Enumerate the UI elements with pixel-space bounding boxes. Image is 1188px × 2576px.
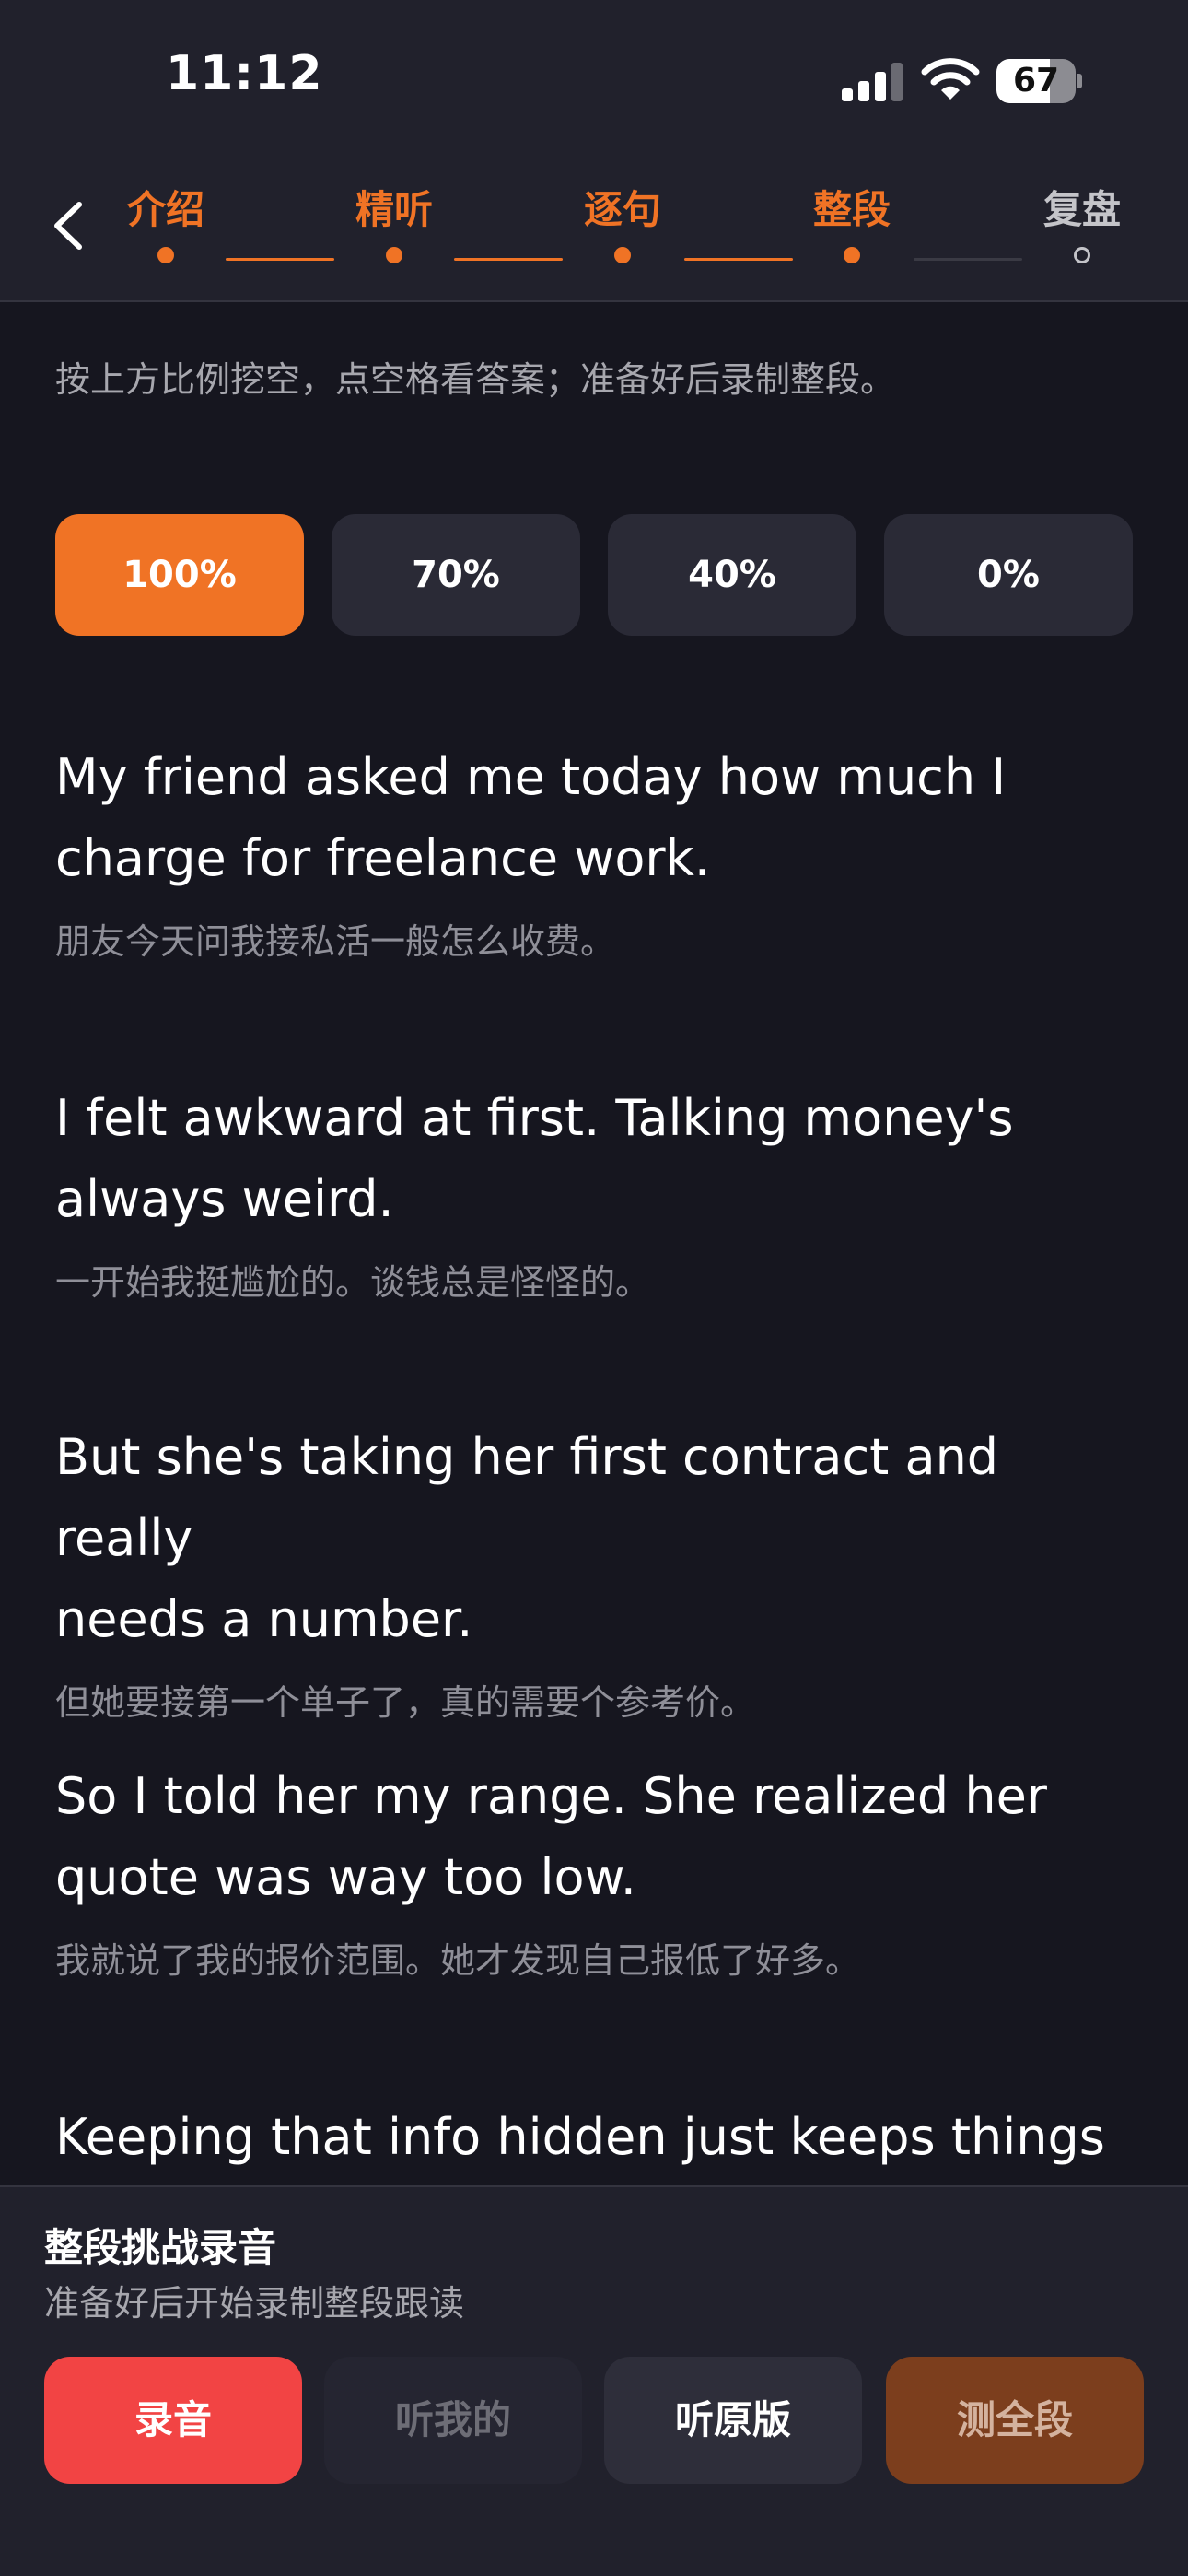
ratio-100-button[interactable]: 100%: [55, 514, 304, 636]
sentence-translation: 但她要接第一个单子了，真的需要个参考价。: [55, 1682, 756, 1723]
battery-level: 67: [1012, 62, 1060, 100]
sentence-translation: 一开始我挺尴尬的。谈钱总是怪怪的。: [55, 1262, 651, 1303]
sentence-item[interactable]: Keeping that info hidden just keeps thin…: [55, 2097, 1133, 2178]
battery-icon: 67: [996, 59, 1082, 103]
step-dot: [157, 247, 174, 263]
step-intensive-listening[interactable]: 精听: [325, 186, 463, 263]
recording-panel: 整段挑战录音 准备好后开始录制整段跟读 录音 听我的 听原版 测全段: [0, 2185, 1188, 2576]
sentence-english: My friend asked me today how much I char…: [55, 748, 1007, 887]
sentence-item[interactable]: I felt awkward at first. Talking money's…: [55, 1078, 1133, 1306]
status-time: 11:12: [166, 46, 323, 101]
sentence-item[interactable]: My friend asked me today how much I char…: [55, 737, 1133, 966]
step-label: 整段: [812, 187, 891, 232]
step-connector: [914, 258, 1022, 261]
step-connector: [684, 258, 793, 261]
step-dot: [386, 247, 402, 263]
step-label: 复盘: [1042, 187, 1121, 232]
sentence-english: I felt awkward at first. Talking money's…: [55, 1089, 1014, 1228]
ratio-70-button[interactable]: 70%: [332, 514, 580, 636]
test-full-paragraph-button[interactable]: 测全段: [886, 2357, 1144, 2484]
listen-original-button[interactable]: 听原版: [604, 2357, 862, 2484]
blank-ratio-selector: 100% 70% 40% 0%: [55, 514, 1133, 636]
status-bar: 11:12 67: [0, 0, 1188, 157]
wifi-icon: [921, 58, 980, 100]
step-nav-bar: 介绍 精听 逐句 整段 复盘: [0, 157, 1188, 302]
sentence-english: Keeping that info hidden just keeps thin…: [55, 2108, 1105, 2166]
step-label: 介绍: [126, 187, 204, 232]
sentence-english: So I told her my range. She realized her…: [55, 1767, 1047, 1906]
ratio-0-button[interactable]: 0%: [884, 514, 1133, 636]
sentence-item[interactable]: But she's taking her first contract and …: [55, 1417, 1133, 1727]
chevron-left-icon[interactable]: [37, 184, 103, 267]
step-review[interactable]: 复盘: [1013, 186, 1151, 263]
record-button[interactable]: 录音: [44, 2357, 302, 2484]
cellular-signal-icon: [842, 61, 903, 101]
instruction-text: 按上方比例挖空，点空格看答案；准备好后录制整段。: [55, 359, 896, 400]
sentence-translation: 朋友今天问我接私活一般怎么收费。: [55, 921, 616, 962]
step-dot: [614, 247, 631, 263]
step-connector: [226, 258, 334, 261]
sentence-translation: 我就说了我的报价范围。她才发现自己报低了好多。: [55, 1940, 861, 1981]
step-label: 逐句: [583, 187, 661, 232]
step-intro[interactable]: 介绍: [97, 186, 235, 263]
step-full-paragraph[interactable]: 整段: [783, 186, 921, 263]
step-sentence-by-sentence[interactable]: 逐句: [553, 186, 692, 263]
panel-subtitle: 准备好后开始录制整段跟读: [44, 2283, 465, 2324]
step-dot: [844, 247, 860, 263]
step-dot: [1074, 247, 1090, 263]
listen-mine-button[interactable]: 听我的: [324, 2357, 582, 2484]
step-label: 精听: [355, 187, 433, 232]
step-connector: [454, 258, 563, 261]
sentence-item[interactable]: So I told her my range. She realized her…: [55, 1756, 1133, 1985]
sentence-english: But she's taking her first contract and …: [55, 1428, 999, 1648]
panel-title: 整段挑战录音: [44, 2225, 277, 2270]
screen: 11:12 67 介绍 精听 逐句 整段 复盘 按上方比例挖空，点空格看答案；准…: [0, 0, 1188, 2576]
ratio-40-button[interactable]: 40%: [608, 514, 856, 636]
